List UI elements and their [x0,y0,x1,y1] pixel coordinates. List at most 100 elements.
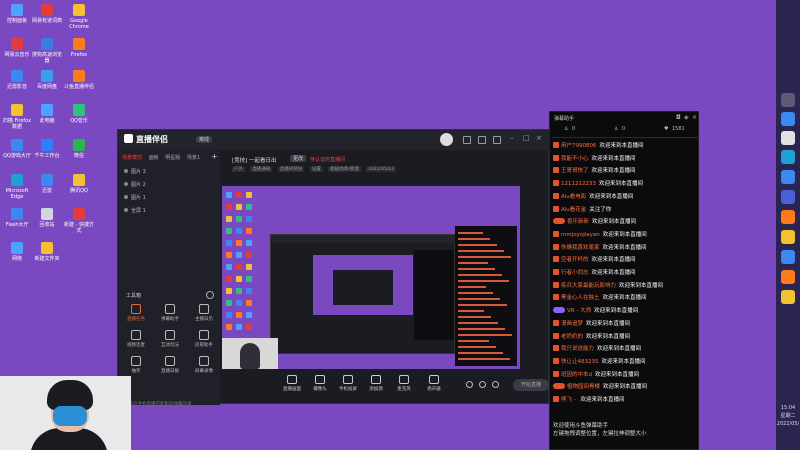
clock-weekday[interactable]: 星期二 [776,413,800,419]
desktop-icon[interactable]: 新建 - 快捷方式 [64,208,94,234]
explorer-icon[interactable] [781,112,795,126]
chat-username[interactable]: 老奶奶的 [561,334,583,340]
close-icon[interactable]: × [536,134,542,142]
scene-item[interactable]: 图片 3 [124,168,146,175]
eye-icon[interactable] [124,195,128,199]
phone-cast-button[interactable]: 手机投屏 [334,371,362,392]
chat-username[interactable]: 我只说说能力 [561,346,594,352]
chat-message[interactable]: 黑金心人在独土 欢迎来到本直播间 [553,293,647,303]
pin-icon[interactable]: ◈ [684,114,689,121]
chat-message[interactable]: 你确我喜欢笔家 欢迎来到本直播间 [553,243,647,253]
desktop-icon[interactable]: QQ游戏大厅 [2,139,32,159]
minimize-icon[interactable]: – [510,134,514,142]
maximize-icon[interactable]: □ [523,134,530,142]
chat-username[interactable]: Alu看电影 [561,194,586,200]
start-live-button[interactable]: 开始直播 [513,379,549,391]
settings-icon[interactable] [492,381,499,388]
tool-button[interactable]: 房管助手 [192,330,216,348]
chat-message[interactable]: 空者开杯的 欢迎来到本直播间 [553,255,636,265]
chat-username[interactable]: 喜乐新新 [567,219,589,225]
desktop-icon[interactable]: QQ音乐 [64,104,94,124]
status-badge[interactable]: 离线 [196,136,213,143]
folder-icon[interactable] [781,230,795,244]
tool-button[interactable]: 直播日报 [158,356,182,374]
chat-username[interactable]: Alu看花金 [561,207,586,213]
speaker-button[interactable]: 扬声器 [420,371,448,392]
chat-username[interactable]: 1211212233 [561,181,596,187]
chat-username[interactable]: 行者小同志 [561,270,589,276]
desktop-icon[interactable]: 网易有道词典 [32,4,62,24]
desktop-icon[interactable]: Firefox [64,38,94,58]
eye-icon[interactable] [124,208,128,212]
toolbox-settings-icon[interactable] [206,291,214,299]
clock-time[interactable]: 15:04 [776,405,800,411]
chat-username[interactable]: 我能不小心 [561,156,589,162]
scene-item[interactable]: 全屏 1 [124,207,146,214]
room-title[interactable]: [竞技] 一起看日出 [232,156,277,164]
tab-scene-1[interactable]: 场景1 [187,155,200,161]
desktop-icon[interactable]: 百度网盘 [32,70,62,90]
chat-username[interactable]: 植物园间骨楼 [567,384,600,390]
chat-username[interactable]: 漫画追梦 [561,321,583,327]
settings-icon[interactable] [463,136,471,144]
desktop-icon[interactable]: 网络 [2,242,32,262]
room-edit-button[interactable]: 更改 [290,155,307,162]
desktop-icon[interactable]: 此电脑 [32,104,62,124]
chat-username[interactable]: 快让让483235 [561,359,599,365]
close-icon[interactable]: × [692,114,697,121]
desktop-icon[interactable]: Google Chrome [64,4,94,30]
chat-username[interactable]: VR - 大师 [567,308,591,314]
chat-username[interactable]: 你确我喜欢笔家 [561,245,600,251]
tool-button[interactable]: 抽奖 [124,356,148,374]
chat-message[interactable]: 喜乐新新 欢迎来到本直播间 [553,217,636,227]
tool-button[interactable]: 屏幕录像 [192,356,216,374]
chat-message[interactable]: Alu看花金 关注了你 [553,205,611,215]
chat-message[interactable]: 1211212233 欢迎来到本直播间 [553,179,643,189]
chat-message[interactable]: 我能不小心 欢迎来到本直播间 [553,154,636,164]
chat-message[interactable]: 练兵大家最能玩影响力 欢迎来到本直播间 [553,281,663,291]
desktop-icon[interactable]: Flash大厅 [2,208,32,228]
avatar[interactable] [440,133,453,146]
chat-message[interactable]: mmjoyojiayan 欢迎来到本直播间 [553,230,647,240]
add-scene-icon[interactable]: + [211,152,218,161]
screen-capture-button[interactable]: 直播画面 [278,371,306,392]
tool-button[interactable]: 主播日历 [192,304,216,322]
menu-icon[interactable] [493,136,501,144]
chat-message[interactable]: 漫画追梦 欢迎来到本直播间 [553,319,630,329]
scene-item[interactable]: 图片 2 [124,181,146,188]
chat-message[interactable]: 王哥哥快了 欢迎来到本直播间 [553,166,636,176]
tool-button[interactable]: 互动玩法 [158,330,182,348]
chat-username[interactable]: 空者开杯的 [561,257,589,263]
chat-username[interactable]: 练兵大家最能玩影响力 [561,283,616,289]
chat-username[interactable]: 王哥哥快了 [561,168,589,174]
tool-button[interactable]: 直播任务 [124,304,148,322]
chat-message[interactable]: Alu看电影 欢迎来到本直播间 [553,192,633,202]
desktop-icon[interactable]: 迅雷影音 [2,70,32,90]
tab-star[interactable]: 明星版 [165,155,180,161]
chat-message[interactable]: 老奶奶的 欢迎来到本直播间 [553,332,630,342]
message-icon[interactable] [478,136,486,144]
desktop-icon[interactable]: 扫描 Firefox 数据 [2,104,32,130]
desktop-icon[interactable]: 斗鱼直播伴侣 [64,70,94,90]
app-icon[interactable] [781,250,795,264]
chat-message[interactable]: 我只说说能力 欢迎来到本直播间 [553,344,641,354]
chat-message[interactable]: 熊飞 - 欢迎来到本直播间 [553,395,625,405]
chat-message[interactable]: VR - 大师 欢迎来到本直播间 [553,306,638,316]
chat-username[interactable]: 黑金心人在独土 [561,295,600,301]
desktop-icon[interactable]: 微信 [64,139,94,159]
share-icon[interactable] [479,381,486,388]
eye-icon[interactable] [124,182,128,186]
avatar-icon[interactable] [781,290,795,304]
camera-button[interactable]: 摄像头 [306,371,334,392]
desktop-icon[interactable]: 控制面板 [2,4,32,24]
chat-message[interactable]: 班因的中本d 欢迎来到本直播间 [553,370,639,380]
lock-icon[interactable]: ◘ [676,114,681,121]
desktop-icon[interactable]: 搜狗高速浏览器 [32,38,62,64]
app-icon[interactable] [781,190,795,204]
chat-message[interactable]: 用户7990806 欢迎来到本直播间 [553,141,644,151]
douyu-icon[interactable] [781,270,795,284]
tab-canvas[interactable]: 画板 [149,155,159,161]
room-warning[interactable]: 待认证的直播间 [310,156,345,163]
chat-message[interactable]: 快让让483235 欢迎来到本直播间 [553,357,646,367]
clock-date[interactable]: 2022/05/ [776,421,800,427]
